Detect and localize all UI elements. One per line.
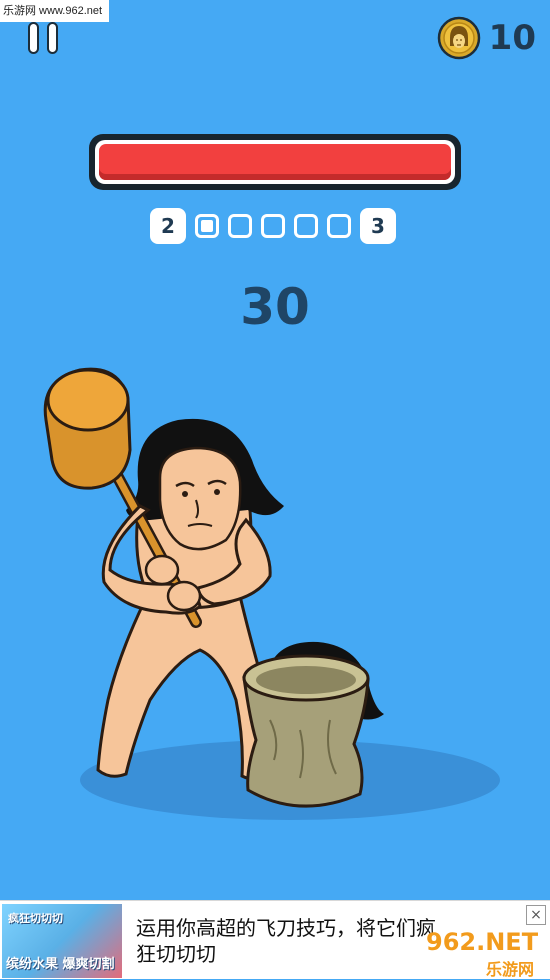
close-icon[interactable]: × bbox=[526, 905, 546, 925]
coin-count: 10 bbox=[488, 18, 536, 58]
watermark-top: 乐游网 www.962.net bbox=[0, 0, 109, 22]
stage-step-dot bbox=[261, 214, 285, 238]
character-hand bbox=[166, 580, 202, 612]
ad-thumbnail-title: 疯狂切切切 bbox=[8, 912, 63, 925]
stage-step-dots bbox=[186, 214, 351, 238]
next-stage-badge: 3 bbox=[360, 208, 396, 244]
coin-face-icon bbox=[437, 16, 480, 60]
watermark-bottom-logo: 962.NET bbox=[426, 928, 539, 956]
stage-step-dot bbox=[294, 214, 318, 238]
stage-step-dot bbox=[228, 214, 252, 238]
ad-thumbnail[interactable]: 缤纷水果 爆爽切割 疯狂切切切 bbox=[2, 904, 122, 978]
hit-counter: 30 bbox=[240, 278, 310, 336]
pause-icon-bar bbox=[47, 22, 58, 54]
character-face bbox=[158, 446, 242, 551]
watermark-bottom: 962.NET 乐游网 bbox=[426, 928, 544, 979]
character-hand bbox=[144, 554, 180, 586]
stage-step-dot bbox=[327, 214, 351, 238]
pause-icon bbox=[28, 22, 39, 54]
tree-stump bbox=[242, 654, 370, 808]
game-scene[interactable] bbox=[0, 360, 550, 900]
hammer-head bbox=[43, 367, 132, 490]
stage-step-dot bbox=[195, 214, 219, 238]
stage-progress: 2 3 bbox=[150, 207, 396, 245]
pause-button[interactable] bbox=[28, 22, 64, 54]
health-bar-fill bbox=[99, 144, 451, 180]
ad-thumbnail-label: 缤纷水果 爆爽切割 bbox=[6, 957, 115, 972]
ad-text[interactable]: 运用你高超的飞刀技巧，将它们疯狂切切切 bbox=[136, 915, 436, 967]
health-bar-track bbox=[95, 140, 455, 184]
coin-counter: 10 bbox=[437, 16, 536, 60]
health-bar bbox=[89, 134, 461, 190]
watermark-bottom-sub: 乐游网 bbox=[486, 960, 535, 979]
current-stage-badge: 2 bbox=[150, 208, 186, 244]
